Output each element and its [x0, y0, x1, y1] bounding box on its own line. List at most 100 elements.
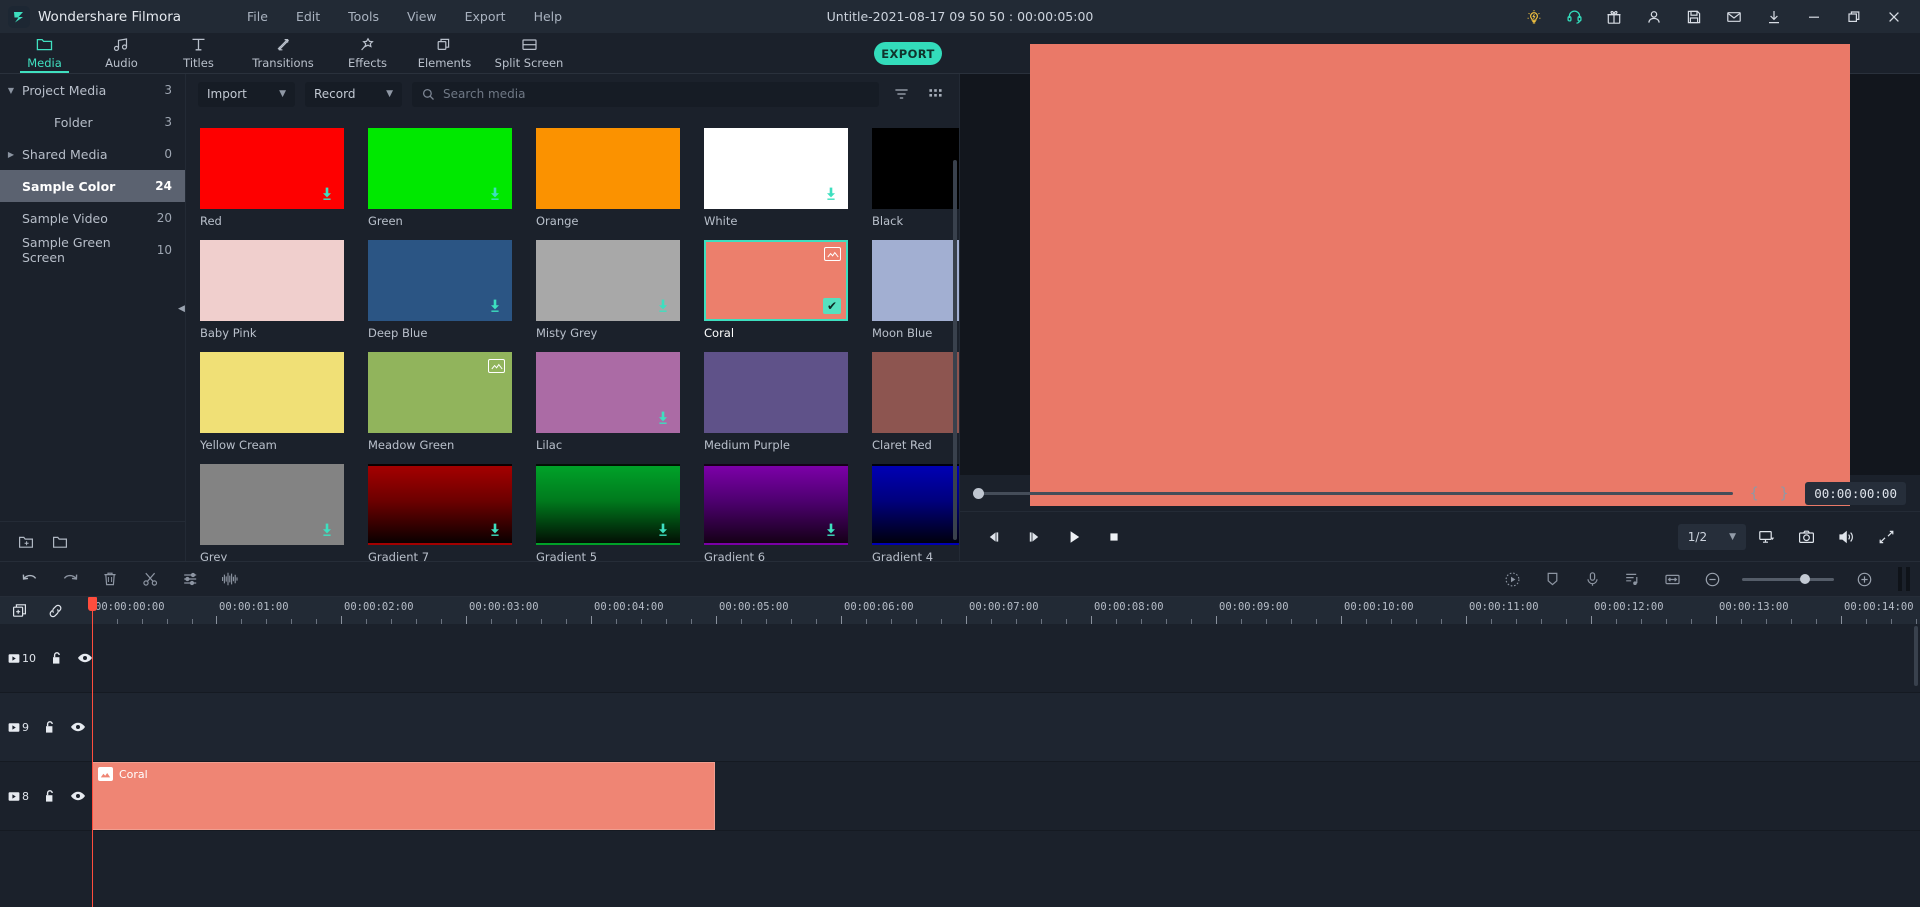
track-body[interactable] [92, 693, 1920, 761]
tab-titles[interactable]: Titles [160, 32, 237, 73]
download-icon[interactable] [487, 298, 503, 314]
add-track-icon[interactable] [12, 603, 29, 619]
download-icon[interactable] [823, 522, 839, 538]
timeline-track[interactable]: 8 Coral [0, 762, 1920, 831]
import-dropdown[interactable]: Import ▼ [198, 81, 295, 107]
sidebar-item-project-media[interactable]: ▼ Project Media 3 [0, 74, 185, 106]
media-thumbnail[interactable] [200, 352, 344, 433]
filter-icon[interactable] [889, 82, 913, 106]
media-thumbnail[interactable] [872, 464, 959, 545]
tab-audio[interactable]: Audio [83, 32, 160, 73]
download-icon[interactable] [319, 522, 335, 538]
stop-button[interactable] [1094, 517, 1134, 557]
media-item[interactable]: Gradient 7 [368, 464, 512, 561]
sidebar-item-shared-media[interactable]: ▶ Shared Media 0 [0, 138, 185, 170]
eye-icon[interactable] [70, 790, 86, 802]
minimize-icon[interactable] [1794, 0, 1834, 33]
new-folder-icon[interactable] [18, 534, 36, 550]
download-icon[interactable] [655, 522, 671, 538]
download-icon[interactable] [823, 186, 839, 202]
redo-button[interactable] [50, 561, 90, 597]
media-item[interactable]: Gradient 5 [536, 464, 680, 561]
undo-button[interactable] [10, 561, 50, 597]
unlock-icon[interactable] [50, 651, 63, 665]
media-thumbnail[interactable] [704, 464, 848, 545]
timeline-clip[interactable]: Coral [92, 762, 715, 830]
preview-quality-dropdown[interactable]: 1/2 ▼ [1677, 523, 1746, 550]
media-grid-scrollbar[interactable] [953, 160, 957, 540]
media-item[interactable]: Yellow Cream [200, 352, 344, 452]
timeline-ruler-scale[interactable]: 00:00:00:00 00:00:01:00 00:00:02:00 00:00:0… [88, 597, 1920, 624]
mark-in-button[interactable]: { [1745, 484, 1763, 502]
lightbulb-icon[interactable] [1514, 0, 1554, 33]
media-item[interactable]: Baby Pink [200, 240, 344, 340]
media-item[interactable]: Moon Blue [872, 240, 959, 340]
tab-elements[interactable]: Elements [406, 32, 483, 73]
menu-item-view[interactable]: View [393, 5, 451, 28]
menu-item-tools[interactable]: Tools [334, 5, 393, 28]
sidebar-item-sample-color[interactable]: Sample Color 24 [0, 170, 185, 202]
unlock-icon[interactable] [43, 789, 56, 803]
media-item[interactable]: White [704, 128, 848, 228]
menu-item-export[interactable]: Export [451, 5, 520, 28]
media-thumbnail[interactable] [872, 240, 959, 321]
display-settings-button[interactable] [1746, 517, 1786, 557]
media-thumbnail[interactable] [536, 352, 680, 433]
seek-knob[interactable] [973, 487, 984, 499]
record-dropdown[interactable]: Record ▼ [305, 81, 402, 107]
media-item[interactable]: Gradient 4 [872, 464, 959, 561]
gift-icon[interactable] [1594, 0, 1634, 33]
media-thumbnail[interactable] [536, 464, 680, 545]
menu-item-file[interactable]: File [233, 5, 282, 28]
play-button[interactable] [1054, 517, 1094, 557]
download-icon[interactable] [487, 522, 503, 538]
media-thumbnail[interactable] [536, 128, 680, 209]
media-thumbnail[interactable] [704, 128, 848, 209]
close-icon[interactable] [1874, 0, 1914, 33]
media-item[interactable]: Medium Purple [704, 352, 848, 452]
media-item[interactable]: Black [872, 128, 959, 228]
tab-split-screen[interactable]: Split Screen [483, 32, 575, 73]
media-thumbnail[interactable] [872, 352, 959, 433]
media-thumbnail[interactable] [368, 240, 512, 321]
download-icon[interactable] [1754, 0, 1794, 33]
account-icon[interactable] [1634, 0, 1674, 33]
track-body[interactable] [92, 624, 1920, 692]
audio-detach-button[interactable] [210, 561, 250, 597]
download-icon[interactable] [655, 298, 671, 314]
track-body[interactable]: Coral [92, 762, 1920, 830]
media-thumbnail[interactable] [704, 352, 848, 433]
search-media-box[interactable]: Search media [412, 81, 879, 107]
media-item[interactable]: Lilac [536, 352, 680, 452]
render-preview-button[interactable] [1492, 561, 1532, 597]
download-icon[interactable] [319, 186, 335, 202]
fit-timeline-button[interactable] [1652, 561, 1692, 597]
playhead-handle[interactable] [88, 597, 97, 611]
download-icon[interactable] [487, 186, 503, 202]
media-thumbnail[interactable] [200, 240, 344, 321]
media-item[interactable]: ✔ Coral [704, 240, 848, 340]
panel-resize-grip[interactable] [1898, 567, 1910, 591]
export-button[interactable]: EXPORT [874, 42, 942, 65]
zoom-in-button[interactable] [1844, 561, 1884, 597]
media-item[interactable]: Grey [200, 464, 344, 561]
media-thumbnail[interactable]: ✔ [704, 240, 848, 321]
sidebar-item-folder[interactable]: Folder 3 [0, 106, 185, 138]
settings-button[interactable] [170, 561, 210, 597]
zoom-slider[interactable] [1742, 574, 1834, 584]
preview-stage[interactable] [960, 43, 1920, 506]
link-icon[interactable] [47, 603, 64, 619]
sidebar-item-sample-video[interactable]: Sample Video 20 [0, 202, 185, 234]
media-thumbnail[interactable] [368, 128, 512, 209]
media-item[interactable]: Deep Blue [368, 240, 512, 340]
fullscreen-button[interactable] [1866, 517, 1906, 557]
playhead[interactable] [92, 624, 93, 907]
zoom-slider-knob[interactable] [1800, 574, 1810, 584]
playhead[interactable] [88, 597, 97, 624]
media-item[interactable]: Misty Grey [536, 240, 680, 340]
volume-button[interactable] [1826, 517, 1866, 557]
marker-button[interactable] [1532, 561, 1572, 597]
mark-out-button[interactable]: } [1775, 484, 1793, 502]
eye-icon[interactable] [77, 652, 93, 664]
sidebar-item-sample-green-screen[interactable]: Sample Green Screen 10 [0, 234, 185, 266]
